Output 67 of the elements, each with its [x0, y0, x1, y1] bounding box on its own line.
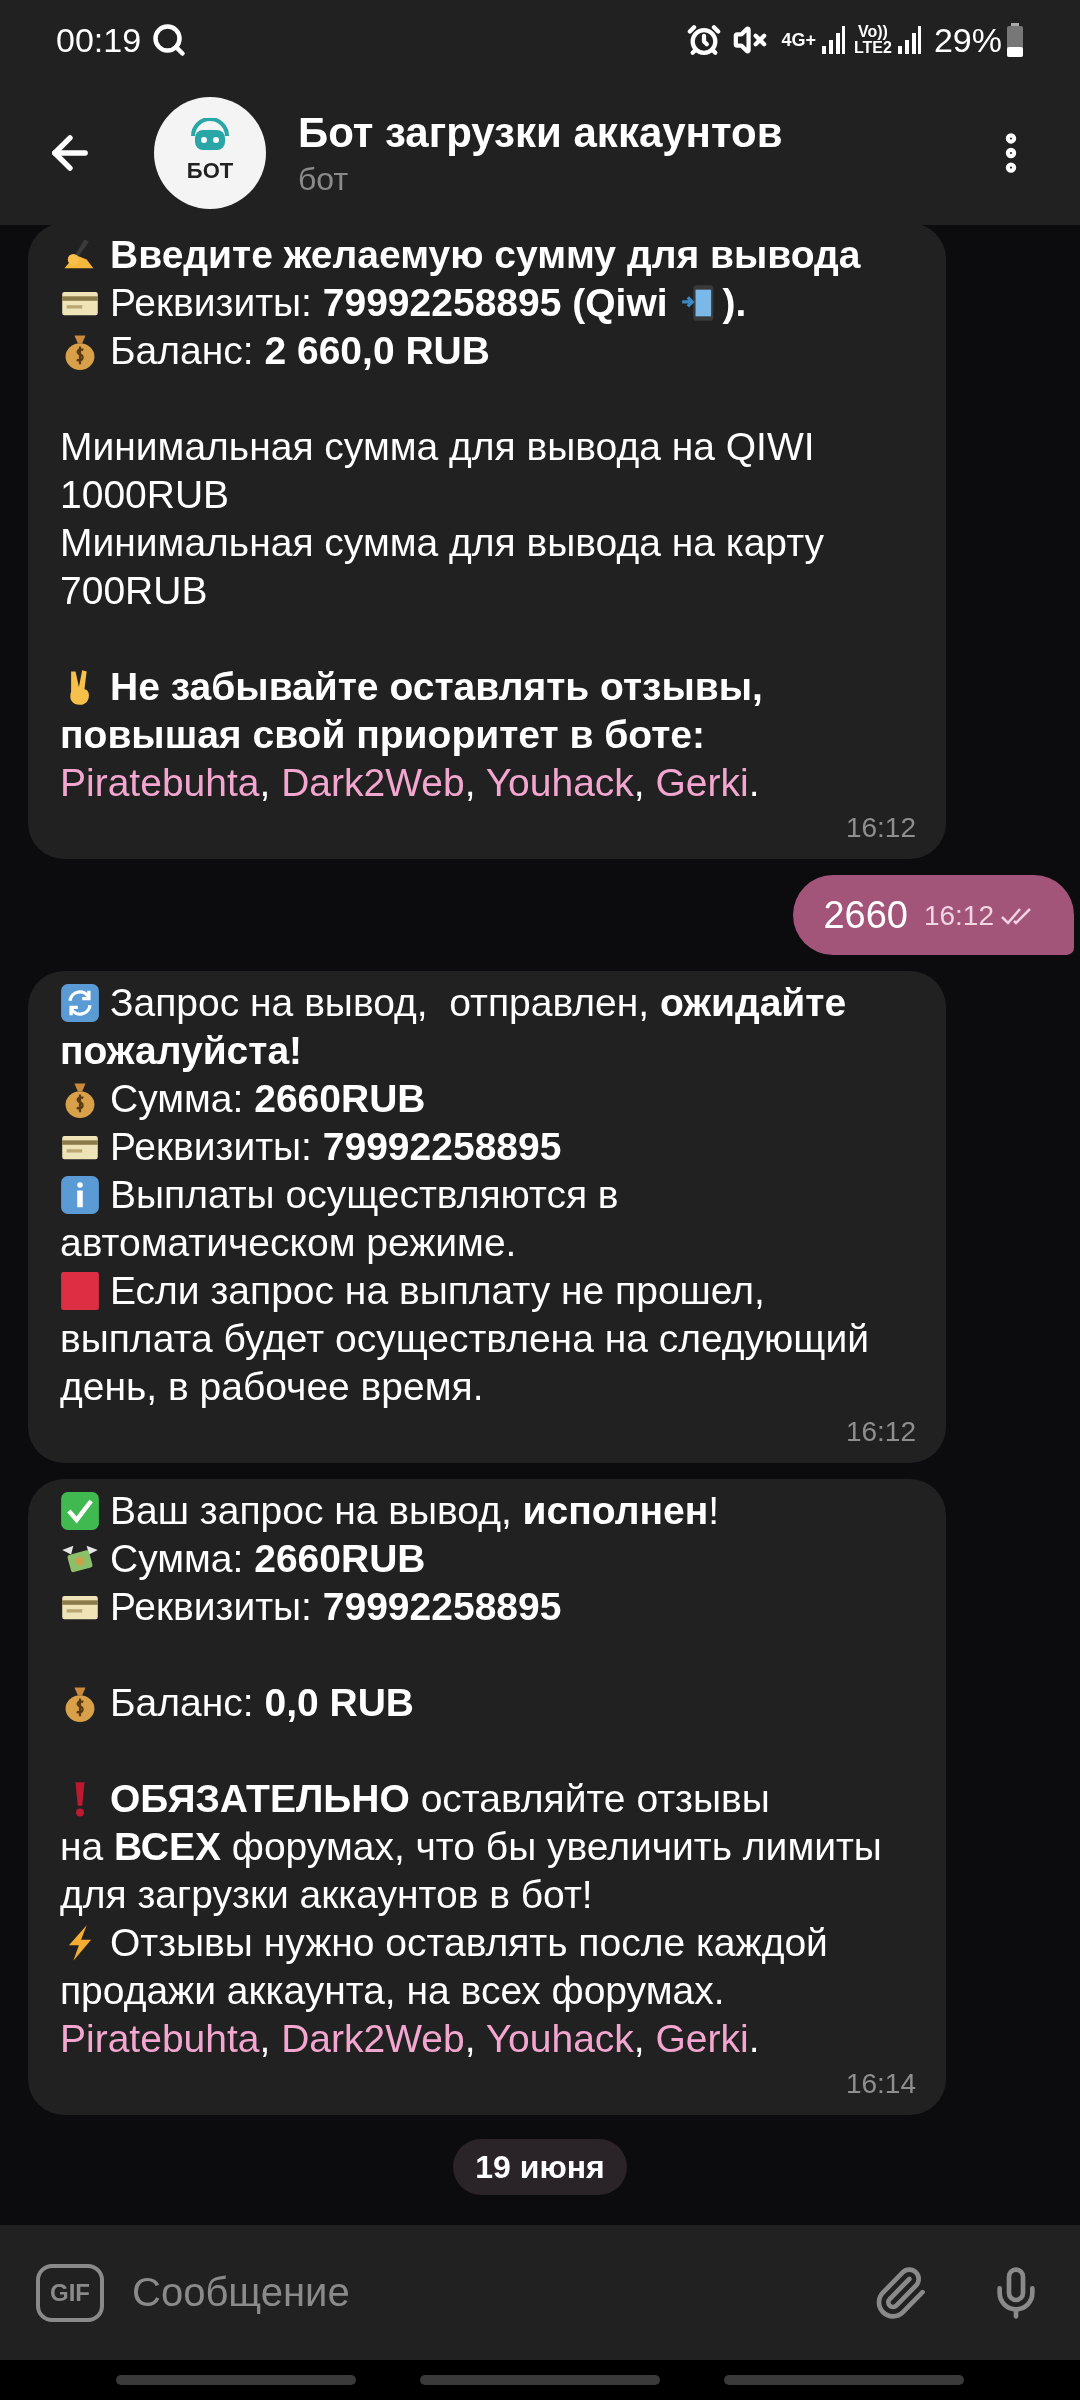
message-text: Сумма: 2660RUB: [110, 1075, 426, 1122]
signal-icon: [897, 26, 922, 54]
message-text: Сумма: 2660RUB: [110, 1535, 426, 1582]
battery-icon: [1006, 23, 1024, 57]
message-text: Минимальная сумма для вывода на QIWI: [60, 423, 815, 470]
message-text: 700RUB: [60, 567, 208, 614]
check-mark-icon: [60, 1491, 100, 1531]
refresh-icon: [60, 983, 100, 1023]
bot-avatar[interactable]: БОТ: [154, 96, 266, 209]
message-text: Отзывы нужно оставлять после каждой: [110, 1919, 828, 1966]
message-text: для загрузки аккаунтов в бот!: [60, 1871, 593, 1918]
network-label: LTE2: [854, 40, 892, 56]
message-text: Реквизиты: 79992258895: [110, 1583, 562, 1630]
message-time: 16:12: [845, 811, 916, 845]
message-text: ОБЯЗАТЕЛЬНО оставляйте отзывы: [110, 1775, 770, 1822]
message-text: на ВСЕХ форумах, что бы увеличить лимиты: [60, 1823, 882, 1870]
message-text: Piratebuhta, Dark2Web, Youhack, Gerki.: [60, 759, 760, 806]
message-text: пожалуйста!: [60, 1027, 303, 1074]
forum-link[interactable]: Dark2Web: [281, 760, 465, 804]
message-text: 1000RUB: [60, 471, 230, 518]
battery-percent: 29%: [933, 19, 1002, 61]
clock-time: 00:19: [56, 19, 142, 61]
network-label: 4G+: [781, 28, 816, 52]
signal-icon: [822, 26, 846, 54]
network-label: Vo)): [858, 24, 888, 40]
nav-handle[interactable]: [116, 2375, 356, 2385]
nav-handle[interactable]: [420, 2375, 660, 2385]
message-text: Реквизиты: 79992258895 (Qiwi: [110, 279, 669, 326]
chat-title: Бот загрузки аккаунтов: [298, 107, 784, 158]
message-time: 16:12: [923, 899, 994, 933]
search-icon: [151, 22, 188, 58]
forum-link[interactable]: Gerki: [655, 2016, 749, 2060]
chat-subtitle: бот: [298, 159, 350, 199]
forum-link[interactable]: Piratebuhta: [60, 760, 260, 804]
message-text: Не забывайте оставлять отзывы,: [110, 663, 763, 710]
avatar-label: БОТ: [186, 157, 234, 185]
forum-link[interactable]: Youhack: [485, 760, 634, 804]
message-text: Реквизиты: 79992258895: [110, 1123, 562, 1170]
message-time: 16:12: [845, 1415, 916, 1449]
message-text: продажи аккаунта, на всех форумах.: [60, 1967, 725, 2014]
message-text: Запрос на вывод, отправлен, ожидайте: [110, 979, 847, 1026]
forum-link[interactable]: Dark2Web: [281, 2016, 465, 2060]
forum-link[interactable]: Youhack: [485, 2016, 634, 2060]
message-time: 16:14: [845, 2067, 916, 2101]
message-text: Баланс: 0,0 RUB: [110, 1679, 414, 1726]
message-composer[interactable]: GIF Сообщение: [0, 2225, 1080, 2360]
info-icon: [60, 1175, 100, 1215]
message-text: Ваш запрос на вывод, исполнен!: [110, 1487, 720, 1534]
message-text: Минимальная сумма для вывода на карту: [60, 519, 824, 566]
message-text: выплата будет осуществлена на следующий: [60, 1315, 869, 1362]
message-text: Баланс: 2 660,0 RUB: [110, 327, 490, 374]
message-text: 2660: [823, 892, 908, 938]
alarm-icon: [687, 23, 722, 57]
message-text: Если запрос на выплату не прошел,: [110, 1267, 765, 1314]
message-text: Выплаты осуществляются в: [110, 1171, 619, 1218]
message-text: повышая свой приоритет в боте:: [60, 711, 705, 758]
gif-button[interactable]: GIF: [36, 2263, 104, 2322]
forum-link[interactable]: Piratebuhta: [60, 2016, 260, 2060]
message-text: день, в рабочее время.: [60, 1363, 484, 1410]
nav-handle[interactable]: [724, 2375, 964, 2385]
message-text: Введите желаемую сумму для вывода: [110, 231, 861, 278]
square-icon: [60, 1271, 100, 1311]
forum-link[interactable]: Gerki: [655, 760, 749, 804]
message-text: Piratebuhta, Dark2Web, Youhack, Gerki.: [60, 2015, 760, 2062]
message-text: ).: [722, 279, 747, 326]
exclamation-icon: [74, 1781, 86, 1817]
message-text: автоматическом режиме.: [60, 1219, 517, 1266]
